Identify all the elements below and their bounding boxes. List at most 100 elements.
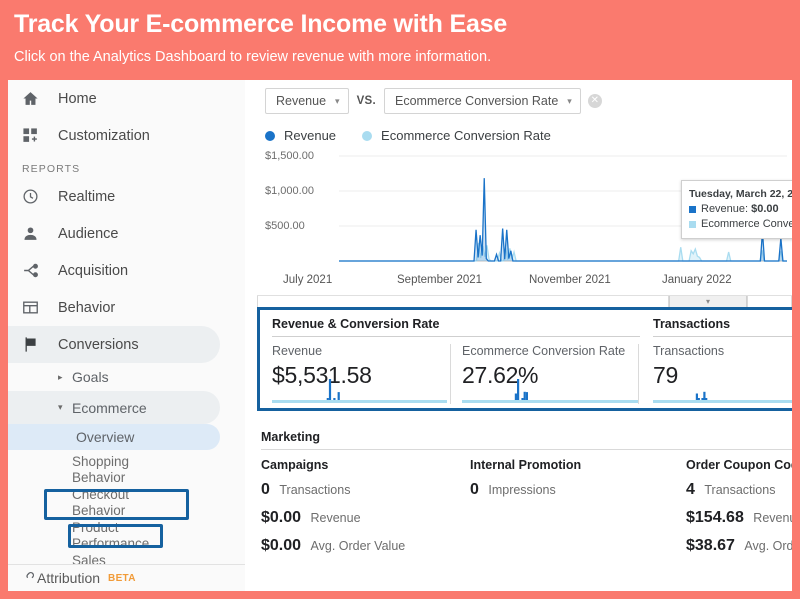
sidebar-subitem-goals[interactable]: ▸ Goals	[8, 363, 245, 391]
highlight-box-ecommerce	[44, 489, 189, 520]
marketing-stat: 0 Transactions	[261, 481, 405, 499]
sidebar-leaf-behavior-1[interactable]: Behavior	[8, 470, 245, 487]
sidebar-item-behavior[interactable]: Behavior	[8, 289, 245, 326]
sidebar-subitem-ecommerce[interactable]: ▾ Ecommerce	[8, 391, 220, 424]
legend-label: Revenue	[284, 128, 337, 143]
kpi-group-title: Transactions	[653, 317, 731, 331]
marketing-stat-unit: Revenue	[753, 511, 792, 525]
kpi-divider	[638, 344, 639, 404]
marketing-stat-value: $38.67	[686, 537, 735, 554]
marketing-stat-value: $0.00	[261, 509, 302, 526]
marketing-stat: $0.00 Revenue	[261, 509, 405, 527]
marketing-column-header: Internal Promotion	[470, 458, 582, 472]
secondary-metric-value: Ecommerce Conversion Rate	[395, 94, 559, 108]
page-title: Track Your E-commerce Income with Ease	[14, 10, 508, 38]
link-icon	[22, 569, 37, 587]
marketing-column-header: Campaigns	[261, 458, 329, 472]
sidebar-item-attribution[interactable]: Attribution BETA	[8, 565, 245, 591]
sidebar-item-conversions[interactable]: Conversions	[8, 326, 220, 363]
window-icon	[22, 299, 58, 316]
tooltip-row-revenue: Revenue: $0.00	[689, 202, 792, 217]
sidebar: Home Customization REPORTS Realtime Audi…	[8, 80, 245, 591]
marketing-stat-value: 4	[686, 481, 695, 498]
kpi-group-rule	[272, 336, 640, 337]
chevron-down-icon: ▾	[58, 402, 63, 412]
marketing-column-header: Order Coupon Code	[686, 458, 792, 472]
frame-border-right	[792, 80, 800, 599]
primary-metric-dropdown[interactable]: Revenue ▾	[265, 88, 349, 114]
sidebar-section-label: REPORTS	[22, 163, 81, 175]
x-tick-label: September 2021	[397, 274, 483, 286]
frame-border-left	[0, 80, 8, 599]
marketing-stat: $154.68 Revenue	[686, 509, 792, 527]
kpi-label: Transactions	[653, 344, 725, 358]
sidebar-item-label: Attribution	[37, 570, 101, 586]
marketing-column-order-coupon-code: Order Coupon Code 4 Transactions $154.68…	[686, 458, 792, 565]
analytics-app: Home Customization REPORTS Realtime Audi…	[8, 80, 792, 591]
marketing-column-campaigns: Campaigns 0 Transactions $0.00 Revenue $…	[261, 458, 405, 565]
person-icon	[22, 225, 58, 242]
chevron-down-icon: ▾	[335, 95, 340, 106]
kpi-divider	[450, 344, 451, 404]
kpi-panel: Revenue & Conversion Rate Transactions R…	[257, 307, 792, 411]
kpi-label: Revenue	[272, 344, 323, 358]
sidebar-item-label: Customization	[58, 127, 150, 144]
clock-icon	[22, 188, 58, 205]
grid-plus-icon	[22, 127, 58, 144]
sparkline-transactions	[653, 391, 792, 403]
marketing-stat: $38.67 Avg. Order	[686, 537, 792, 555]
marketing-stat-unit: Revenue	[310, 511, 361, 525]
page-subtitle: Click on the Analytics Dashboard to revi…	[14, 49, 492, 65]
tooltip-date: Tuesday, March 22, 2022	[689, 188, 792, 200]
close-icon[interactable]: ✕	[587, 94, 602, 108]
chevron-down-icon: ▾	[567, 95, 572, 106]
sparkline-conversion-rate	[462, 379, 638, 403]
sidebar-item-label: Behavior	[58, 299, 116, 316]
marketing-stat-unit: Avg. Order	[744, 539, 792, 553]
sidebar-item-label: Conversions	[58, 336, 139, 353]
sidebar-subitem-overview[interactable]: Overview	[8, 424, 220, 450]
sidebar-item-label: Realtime	[58, 188, 116, 205]
sidebar-item-home[interactable]: Home	[8, 80, 245, 117]
sidebar-item-acquisition[interactable]: Acquisition	[8, 252, 245, 289]
legend-label: Ecommerce Conversion Rate	[381, 128, 551, 143]
flag-icon	[22, 336, 58, 353]
marketing-stat-unit: Impressions	[488, 483, 556, 497]
tooltip-marker-icon	[689, 221, 696, 228]
tooltip-value: $0.00	[751, 203, 779, 215]
metric-selector-row: Revenue ▾ VS. Ecommerce Conversion Rate …	[265, 88, 602, 114]
marketing-stat-value: $0.00	[261, 537, 302, 554]
secondary-metric-dropdown[interactable]: Ecommerce Conversion Rate ▾	[384, 88, 581, 114]
legend-dot-icon	[362, 130, 373, 141]
tooltip-marker-icon	[689, 206, 696, 213]
timeseries-chart[interactable]: $1,500.00 $1,000.00 $500.00 July 2021 Se…	[257, 148, 792, 298]
sidebar-leaf-label: Shopping	[72, 453, 130, 469]
sidebar-item-label: Acquisition	[58, 262, 129, 279]
marketing-stat-unit: Transactions	[279, 483, 351, 497]
primary-metric-value: Revenue	[276, 94, 327, 108]
highlight-box-overview	[68, 524, 163, 548]
marketing-stat: 0 Impressions	[470, 481, 581, 499]
legend-item-revenue[interactable]: Revenue	[265, 128, 336, 143]
sidebar-leaf-shopping[interactable]: Shopping	[8, 453, 245, 470]
legend-dot-icon	[265, 130, 275, 141]
sidebar-subitem-label: Ecommerce	[72, 399, 147, 416]
sidebar-item-realtime[interactable]: Realtime	[8, 178, 245, 215]
home-icon	[22, 90, 58, 107]
sidebar-item-label: Home	[58, 90, 97, 107]
marketing-stat-value: 0	[470, 481, 479, 498]
chart-legend: Revenue Ecommerce Conversion Rate	[265, 128, 577, 143]
legend-item-conversion-rate[interactable]: Ecommerce Conversion Rate	[362, 128, 551, 143]
beta-badge: BETA	[108, 572, 136, 584]
sidebar-item-audience[interactable]: Audience	[8, 215, 245, 252]
x-tick-label: July 2021	[283, 274, 333, 286]
marketing-stat-value: $154.68	[686, 509, 744, 526]
chart-tooltip: Tuesday, March 22, 2022 Revenue: $0.00 E…	[681, 180, 792, 239]
y-tick-label: $1,000.00	[265, 185, 314, 197]
marketing-stat: 4 Transactions	[686, 481, 792, 499]
tooltip-label: Revenue:	[701, 203, 749, 215]
kpi-group-title: Revenue & Conversion Rate	[272, 317, 440, 331]
sidebar-item-customization[interactable]: Customization	[8, 117, 245, 154]
main-content: Revenue ▾ VS. Ecommerce Conversion Rate …	[245, 80, 792, 591]
chevron-right-icon: ▸	[58, 371, 63, 382]
